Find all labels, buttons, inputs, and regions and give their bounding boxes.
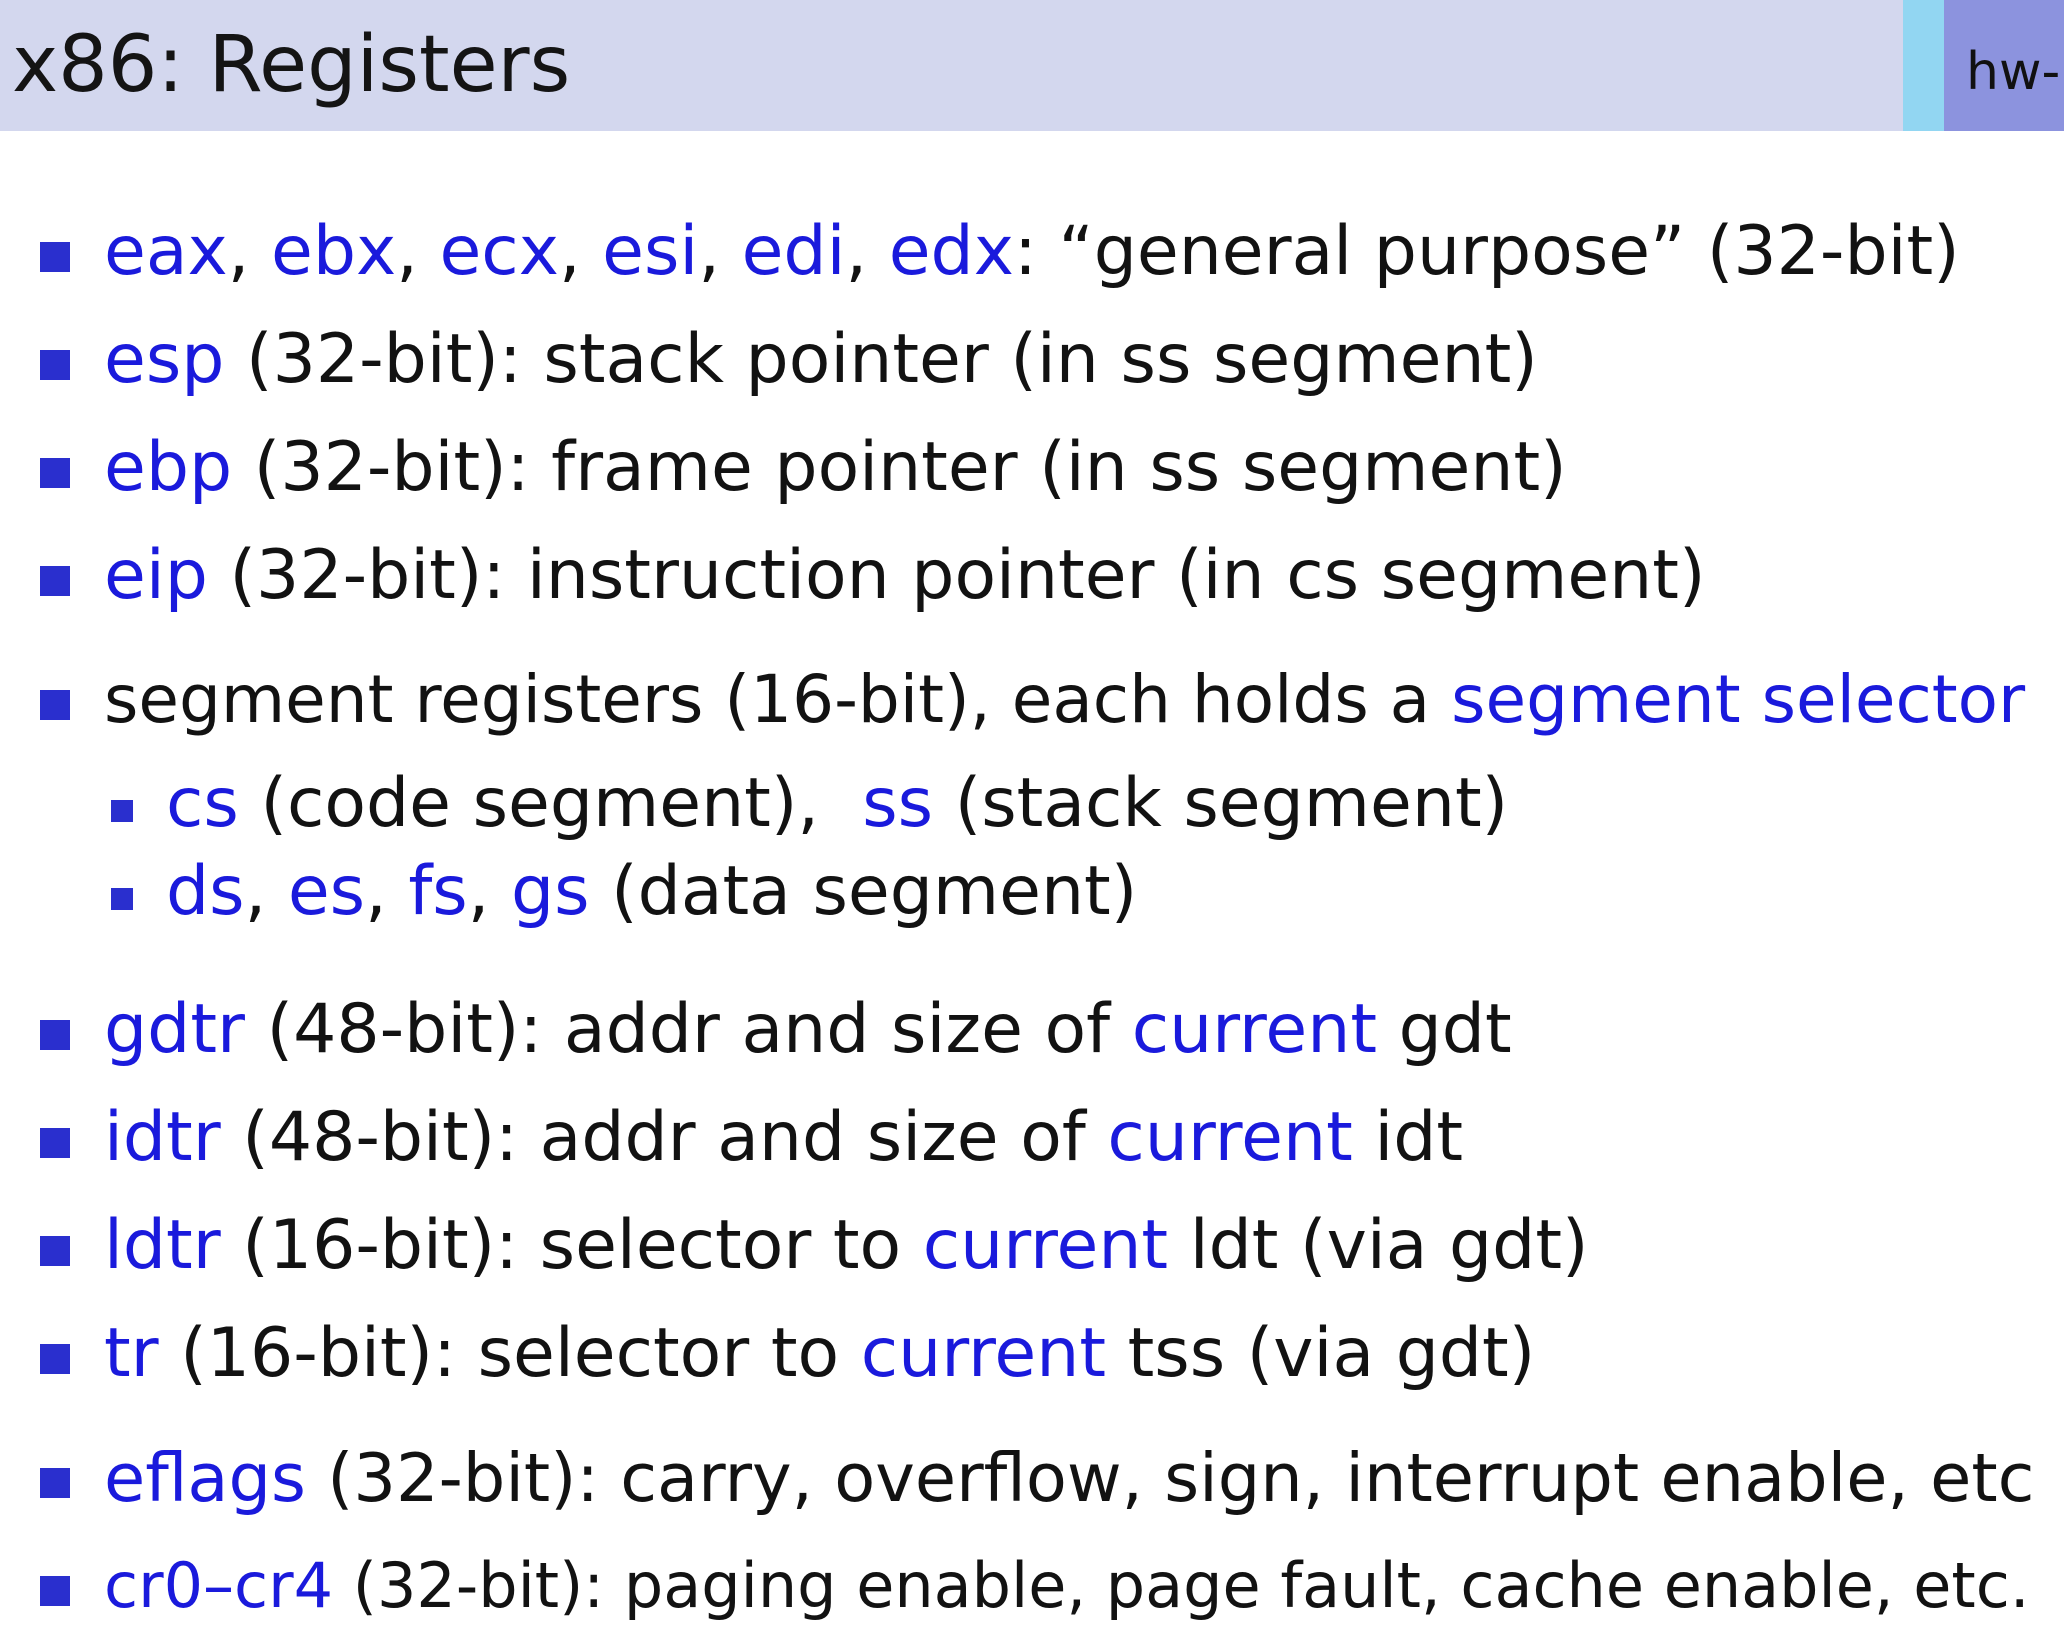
line-idtr: idtr (48-bit): addr and size of current …: [104, 1098, 1463, 1178]
register-esp: esp: [104, 320, 225, 399]
separator: ,: [467, 852, 511, 931]
description: (32-bit): paging enable, page fault, cac…: [333, 1549, 2030, 1622]
bullet-icon: [40, 690, 70, 720]
line-eip: eip (32-bit): instruction pointer (in cs…: [104, 536, 1705, 616]
separator: ,: [365, 852, 409, 931]
bullet-icon: [40, 458, 70, 488]
description: (32-bit): stack pointer (in ss segment): [224, 320, 1538, 399]
bullet-icon: [40, 1344, 70, 1374]
description: (16-bit): selector to: [158, 1314, 861, 1393]
line-ebp: ebp (32-bit): frame pointer (in ss segme…: [104, 428, 1567, 508]
term-current: current: [1107, 1098, 1353, 1177]
register-es: es: [287, 852, 366, 931]
register-cs: cs: [166, 764, 239, 843]
line-segment-registers: segment registers (16-bit), each holds a…: [104, 660, 2025, 740]
description: tss (via gdt): [1106, 1314, 1536, 1393]
list-item-ebp: ebp (32-bit): frame pointer (in ss segme…: [0, 428, 2064, 508]
register-ebx: ebx: [270, 212, 397, 291]
line-ldtr: ldtr (16-bit): selector to current ldt (…: [104, 1206, 1589, 1286]
slide: x86: Registers hw- eax, ebx, ecx, esi, e…: [0, 0, 2064, 1648]
line-data-segments: ds, es, fs, gs (data segment): [166, 852, 1137, 932]
register-fs: fs: [408, 852, 468, 931]
separator: ,: [558, 212, 603, 291]
description: : “general purpose” (32-bit): [1013, 212, 1960, 291]
register-gs: gs: [510, 852, 590, 931]
description: (code segment),: [238, 764, 863, 843]
list-item-ldtr: ldtr (16-bit): selector to current ldt (…: [0, 1206, 2064, 1286]
bullet-icon: [40, 1128, 70, 1158]
separator: ,: [227, 212, 271, 291]
register-eflags: eflags: [104, 1439, 306, 1517]
description: (48-bit): addr and size of: [220, 1098, 1108, 1177]
description: (32-bit): frame pointer (in ss segment): [232, 428, 1567, 507]
bullet-icon: [40, 1236, 70, 1266]
register-esi: esi: [602, 212, 699, 291]
term-segment-selector: segment selector: [1451, 661, 2026, 738]
line-general-purpose: eax, ebx, ecx, esi, edi, edx: “general p…: [104, 212, 1960, 292]
bullet-icon: [40, 350, 70, 380]
list-item-idtr: idtr (48-bit): addr and size of current …: [0, 1098, 2064, 1178]
separator: ,: [698, 212, 742, 291]
line-cr0-cr4: cr0–cr4 (32-bit): paging enable, page fa…: [104, 1546, 2030, 1626]
bullet-icon: [40, 1020, 70, 1050]
register-ecx: ecx: [439, 212, 559, 291]
description: (stack segment): [933, 764, 1509, 843]
register-cr0-cr4: cr0–cr4: [104, 1549, 334, 1622]
description: (32-bit): instruction pointer (in cs seg…: [207, 536, 1706, 615]
bullet-icon: [40, 242, 70, 272]
description: (16-bit): selector to: [220, 1206, 923, 1285]
bullet-icon: [40, 566, 70, 596]
register-tr: tr: [104, 1314, 159, 1393]
description: gdt: [1377, 990, 1512, 1069]
bullet-icon: [40, 1576, 70, 1606]
list-item-eflags: eflags (32-bit): carry, overflow, sign, …: [0, 1438, 2064, 1518]
term-current: current: [1131, 990, 1377, 1069]
line-esp: esp (32-bit): stack pointer (in ss segme…: [104, 320, 1538, 400]
sub-item-cs-ss: cs (code segment), ss (stack segment): [0, 764, 2064, 844]
term-current: current: [860, 1314, 1107, 1393]
description: idt: [1352, 1098, 1464, 1177]
separator: ,: [845, 212, 889, 291]
description: (32-bit): carry, overflow, sign, interru…: [305, 1439, 2035, 1517]
register-idtr: idtr: [104, 1098, 221, 1177]
separator: ,: [396, 212, 440, 291]
sub-bullet-icon: [111, 800, 133, 822]
list-item-segment-registers: segment registers (16-bit), each holds a…: [0, 660, 2064, 740]
register-eax: eax: [104, 212, 228, 291]
register-ss: ss: [862, 764, 934, 843]
list-item-esp: esp (32-bit): stack pointer (in ss segme…: [0, 320, 2064, 400]
slide-body: eax, ebx, ecx, esi, edi, edx: “general p…: [0, 0, 2064, 1648]
description: (48-bit): addr and size of: [244, 990, 1132, 1069]
description: ldt (via gdt): [1168, 1206, 1589, 1285]
register-edx: edx: [888, 212, 1014, 291]
register-ds: ds: [166, 852, 245, 931]
line-gdtr: gdtr (48-bit): addr and size of current …: [104, 990, 1512, 1070]
register-eip: eip: [104, 536, 208, 615]
line-tr: tr (16-bit): selector to current tss (vi…: [104, 1314, 1535, 1394]
sub-bullet-icon: [111, 888, 133, 910]
register-ebp: ebp: [104, 428, 233, 507]
separator: ,: [244, 852, 288, 931]
bullet-icon: [40, 1468, 70, 1498]
term-current: current: [922, 1206, 1169, 1285]
list-item-cr0-cr4: cr0–cr4 (32-bit): paging enable, page fa…: [0, 1546, 2064, 1626]
list-item-general-purpose: eax, ebx, ecx, esi, edi, edx: “general p…: [0, 212, 2064, 292]
description: (data segment): [589, 852, 1138, 931]
register-ldtr: ldtr: [104, 1206, 221, 1285]
list-item-eip: eip (32-bit): instruction pointer (in cs…: [0, 536, 2064, 616]
register-edi: edi: [741, 212, 846, 291]
list-item-tr: tr (16-bit): selector to current tss (vi…: [0, 1314, 2064, 1394]
sub-item-data-segments: ds, es, fs, gs (data segment): [0, 852, 2064, 932]
description: segment registers (16-bit), each holds a: [104, 661, 1452, 738]
line-eflags: eflags (32-bit): carry, overflow, sign, …: [104, 1438, 2034, 1518]
line-cs-ss: cs (code segment), ss (stack segment): [166, 764, 1508, 844]
list-item-gdtr: gdtr (48-bit): addr and size of current …: [0, 990, 2064, 1070]
register-gdtr: gdtr: [104, 990, 245, 1069]
